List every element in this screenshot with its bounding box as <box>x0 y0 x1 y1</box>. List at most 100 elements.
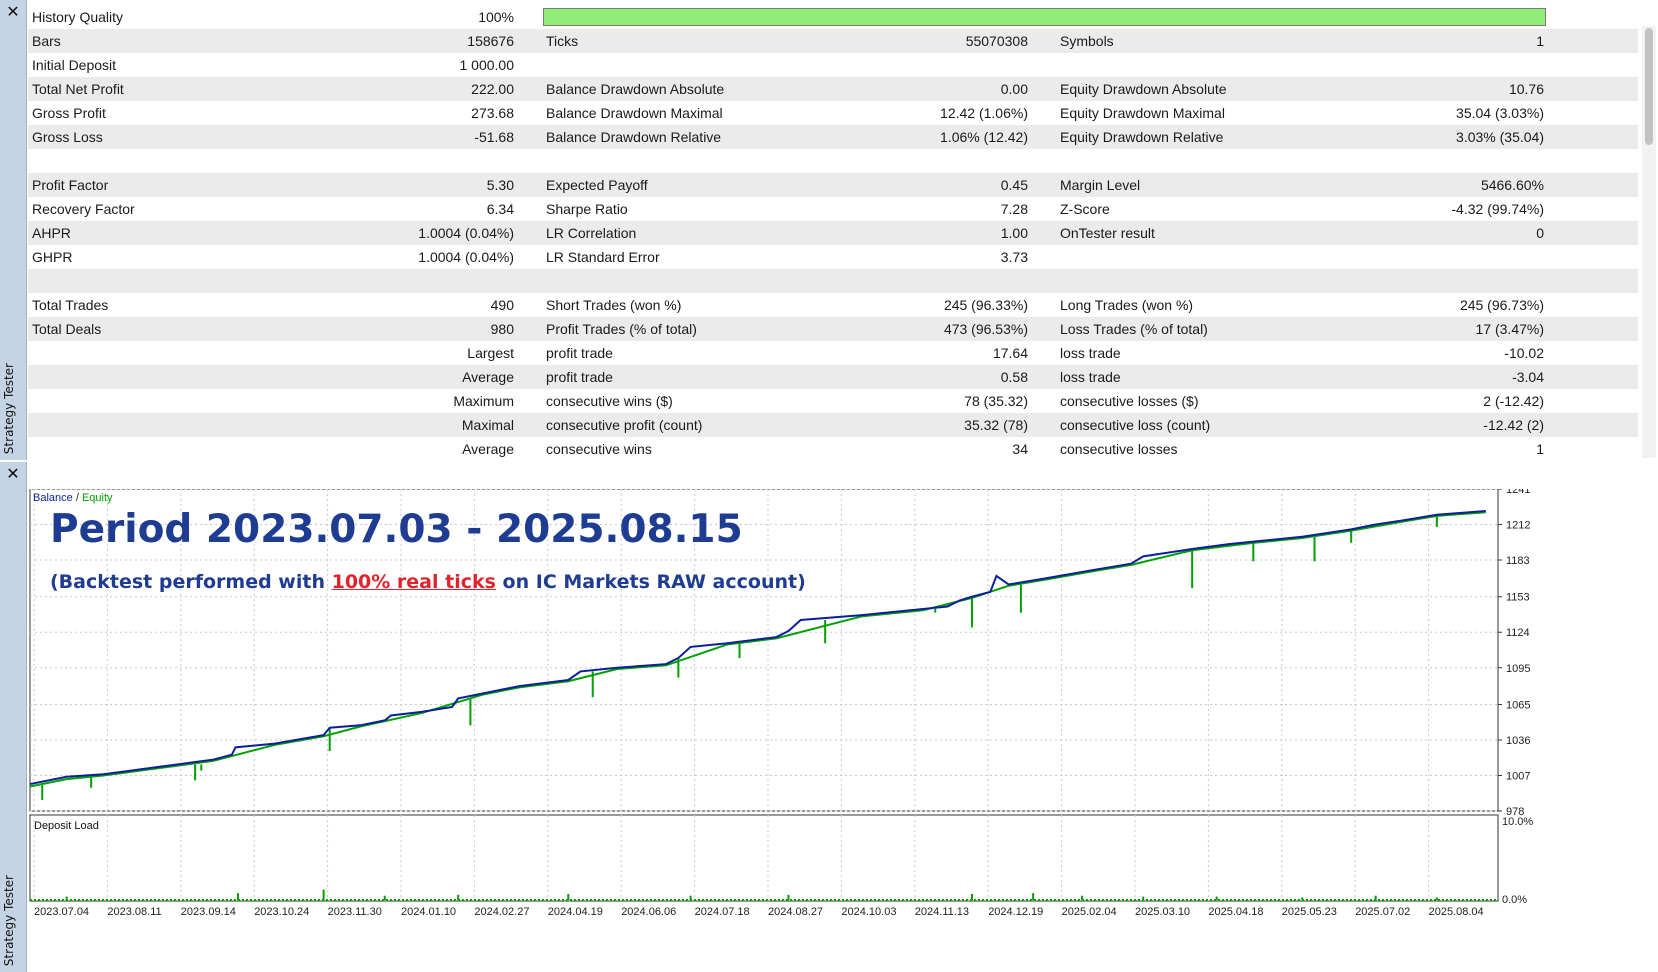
report-cell-c2-value <box>828 269 1028 293</box>
report-cell-c2-label: profit trade <box>546 345 613 361</box>
x-tick-label: 2023.08.11 <box>107 906 161 918</box>
report-cell-c1-label: Recovery Factor <box>32 201 135 217</box>
report-row: Recovery Factor 6.34 Sharpe Ratio 7.28 Z-Sco… <box>28 197 1638 221</box>
report-cell-c1-label: Bars <box>32 33 61 49</box>
x-tick-label: 2024.01.10 <box>401 906 456 918</box>
report-cell-c1-value: 5.30 <box>486 177 514 193</box>
report-cell-c2-label: Balance Drawdown Maximal <box>546 105 723 121</box>
report-cell-c3-label: Loss Trades (% of total) <box>1060 321 1208 337</box>
report-cell-c3-value <box>1328 149 1544 173</box>
report-cell-c1-value: 1 000.00 <box>459 57 515 73</box>
y-tick-label: 1036 <box>1506 735 1530 747</box>
report-row: Maximum consecutive wins ($) 78 (35.32) con… <box>28 389 1638 413</box>
x-tick-label: 2024.12.19 <box>988 906 1043 918</box>
report-cell-c1-label <box>32 389 332 413</box>
report-cell-c3-label: Z-Score <box>1060 201 1110 217</box>
report-cell-c3-value: -12.42 (2) <box>1483 417 1544 433</box>
report-row: Average profit trade 0.58 loss trade -3.04 <box>28 365 1638 389</box>
report-cell-c1-label: Total Trades <box>32 297 109 313</box>
x-tick-label: 2023.10.24 <box>254 906 309 918</box>
report-cell-c1-label: Gross Loss <box>32 129 103 145</box>
close-report-icon[interactable]: ✕ <box>0 4 26 20</box>
report-cell-c2-label: consecutive profit (count) <box>546 417 703 433</box>
report-cell-c1-value: 273.68 <box>471 105 514 121</box>
scrollbar-thumb[interactable] <box>1645 28 1653 145</box>
y-tick-label: 1124 <box>1506 627 1530 639</box>
report-cell-c3-value: 0 <box>1536 225 1544 241</box>
report-cell-c3-label: consecutive losses <box>1060 441 1178 457</box>
x-tick-label: 2023.07.04 <box>34 906 89 918</box>
y-tick-label: 1241 <box>1506 489 1530 496</box>
report-cell-c2-value: 0.00 <box>1000 81 1028 97</box>
report-row: Gross Profit 273.68 Balance Drawdown Maxim… <box>28 101 1638 125</box>
report-cell-c1-label: Gross Profit <box>32 105 106 121</box>
report-cell-c1-label <box>32 341 332 365</box>
report-cell-c2-value <box>828 149 1028 173</box>
report-cell-c1-value: Largest <box>467 345 514 361</box>
report-cell-c3-label <box>1060 53 1360 77</box>
report-cell-c1-value: Maximum <box>453 393 514 409</box>
report-row: Total Deals 980 Profit Trades (% of total)… <box>28 317 1638 341</box>
report-cell-c1-value: 1.0004 (0.04%) <box>418 249 514 265</box>
x-tick-label: 2024.10.03 <box>841 906 896 918</box>
legend-balance: Balance <box>33 492 73 504</box>
report-row: Total Trades 490 Short Trades (won %) 245 (… <box>28 293 1638 317</box>
x-tick-label: 2024.04.19 <box>548 906 603 918</box>
deposit-load-label: Deposit Load <box>34 820 99 832</box>
report-cell-c3-label: Equity Drawdown Maximal <box>1060 105 1225 121</box>
balance-equity-graph: 1241 1212 1183 1153 1124 1095 1065 1036 1007 978 2… <box>28 489 1658 972</box>
report-cell-c1-value: Average <box>462 441 514 457</box>
report-cell-c3-value: 1 <box>1536 441 1544 457</box>
x-tick-label: 2025.04.18 <box>1208 906 1263 918</box>
report-cell-c2-label: Balance Drawdown Relative <box>546 129 722 145</box>
legend: Balance / Equity <box>33 492 113 504</box>
report-row <box>28 149 1638 173</box>
report-cell-c1-label <box>32 413 332 437</box>
report-cell-c3-value: 5466.60% <box>1480 177 1544 193</box>
report-cell-c1-value: Average <box>462 369 514 385</box>
report-cell-c2-value: 1.00 <box>1000 225 1028 241</box>
subtitle-pre: (Backtest performed with <box>50 571 332 593</box>
report-cell-c2-value: 12.42 (1.06%) <box>940 105 1028 121</box>
report-cell-c2-value: 35.32 (78) <box>964 417 1028 433</box>
chart-canvas: 1241121211831153112410951065103610079782… <box>29 489 1533 918</box>
report-cell-c2-label: consecutive wins ($) <box>546 393 673 409</box>
report-cell-c3-value: 245 (96.73%) <box>1459 297 1544 313</box>
report-cell-c2-value: 245 (96.33%) <box>943 297 1028 313</box>
report-row: Bars 158676 Ticks 55070308 Symbols 1 <box>28 29 1638 53</box>
report-cell-c1-value: 222.00 <box>471 81 514 97</box>
report-cell-c2-label: Sharpe Ratio <box>546 201 628 217</box>
x-tick-label: 2025.07.02 <box>1355 906 1410 918</box>
report-cell-c2-value: 0.58 <box>1000 369 1028 385</box>
report-cell-c2-label: LR Standard Error <box>546 249 660 265</box>
report-cell-c1-label: GHPR <box>32 249 73 265</box>
report-cell-c1-label <box>32 365 332 389</box>
x-tick-label: 2024.07.18 <box>695 906 750 918</box>
report-cell-c3-value: -10.02 <box>1504 345 1544 361</box>
x-tick-label: 2024.11.13 <box>915 906 969 918</box>
report-row: Gross Loss -51.68 Balance Drawdown Relativ… <box>28 125 1638 149</box>
report-cell-c3-value: -4.32 (99.74%) <box>1451 201 1544 217</box>
report-cell-c1-label: Total Deals <box>32 321 102 337</box>
report-cell-c1-value: 490 <box>490 297 514 313</box>
report-cell-c1-label <box>32 149 332 173</box>
report-cell-c2-label: Balance Drawdown Absolute <box>546 81 725 97</box>
report-cell-c2-label: Ticks <box>546 33 579 49</box>
graph-subtitle: (Backtest performed with 100% real ticks… <box>50 571 806 593</box>
y-tick-label: 1212 <box>1506 520 1530 532</box>
report-cell-c2-value: 78 (35.32) <box>964 393 1028 409</box>
report-cell-c1-label: Total Net Profit <box>32 81 124 97</box>
report-cell-c3-label: consecutive losses ($) <box>1060 393 1199 409</box>
report-cell-c2-value: 473 (96.53%) <box>943 321 1028 337</box>
report-row: Initial Deposit 1 000.00 <box>28 53 1638 77</box>
y-tick-label: 1007 <box>1506 770 1530 782</box>
report-cell-c1-label <box>32 437 332 458</box>
deposit-load-bottom-label: 0.0% <box>1502 894 1527 906</box>
report-vertical-scrollbar[interactable] <box>1642 26 1656 458</box>
report-cell-c3-value: -3.04 <box>1512 369 1544 385</box>
close-graph-icon[interactable]: ✕ <box>0 466 26 482</box>
report-cell-c3-label <box>1060 149 1360 173</box>
report-row: Total Net Profit 222.00 Balance Drawdown A… <box>28 77 1638 101</box>
report-sidebar: ✕ Strategy Tester <box>0 0 27 460</box>
report-cell-c3-label <box>1060 269 1360 293</box>
